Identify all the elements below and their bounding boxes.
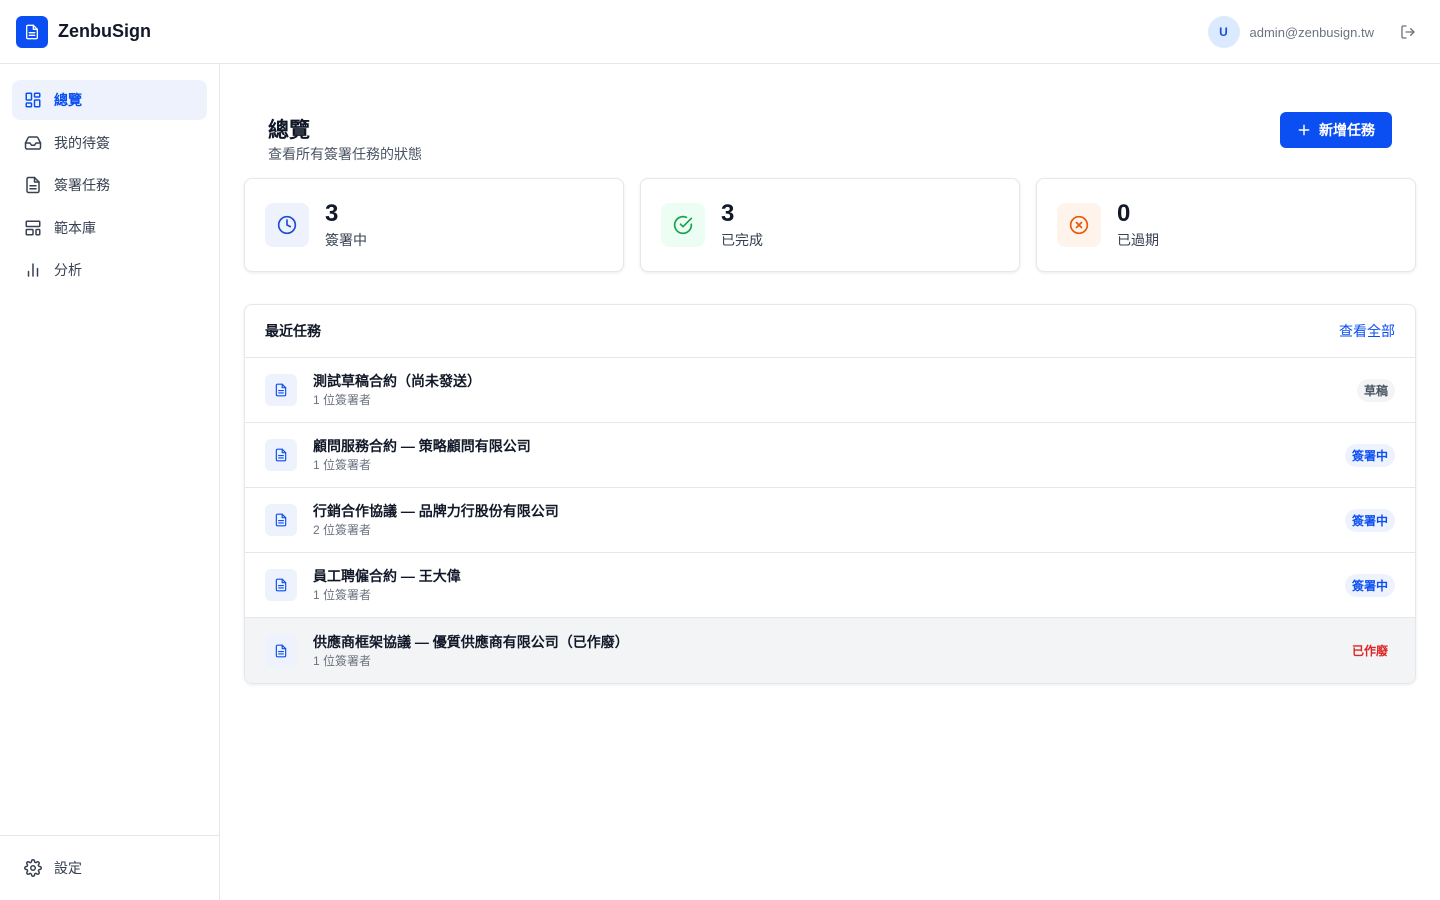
sidebar-item-label: 分析 [54,262,82,278]
task-row[interactable]: 顧問服務合約 — 策略顧問有限公司 1 位簽署者 簽署中 [245,423,1415,488]
task-row[interactable]: 測試草稿合約（尚未發送） 1 位簽署者 草稿 [245,358,1415,423]
sidebar-item-label: 簽署任務 [54,177,110,193]
top-bar: ZenbuSign U admin@zenbusign.tw [0,0,1440,64]
stat-label: 簽署中 [325,232,367,248]
task-signers: 1 位簽署者 [313,393,372,407]
document-icon [265,634,297,667]
stat-card-expired[interactable]: 0 已過期 [1036,178,1416,272]
view-all-link[interactable]: 查看全部 [1339,321,1395,341]
inbox-icon [24,134,42,152]
status-badge: 草稿 [1356,378,1395,402]
sidebar-item-analytics[interactable]: 分析 [12,250,207,290]
x-circle-icon [1057,203,1101,247]
dashboard-icon [24,91,42,109]
recent-tasks-header: 最近任務 查看全部 [245,305,1415,358]
sidebar-item-label: 總覽 [54,92,82,108]
file-text-icon [24,176,42,194]
sidebar-item-settings[interactable]: 設定 [12,848,207,888]
clock-icon [265,203,309,247]
brand[interactable]: ZenbuSign [16,15,151,48]
stat-label: 已過期 [1117,232,1159,248]
sidebar-item-label: 設定 [54,860,82,876]
sidebar-item-label: 我的待簽 [54,134,110,151]
stat-value: 3 [325,200,339,227]
main-content: 總覽 查看所有簽署任務的狀態 新增任務 3 簽署中 3 已完成 0 已過期 最近… [220,64,1440,900]
stat-value: 0 [1117,200,1131,227]
status-badge: 簽署中 [1344,443,1395,467]
stat-value: 3 [721,200,735,227]
bar-chart-icon [24,261,42,279]
plus-icon [1298,124,1310,136]
recent-tasks-card: 最近任務 查看全部 測試草稿合約（尚未發送） 1 位簽署者 草稿 顧問服務合約 … [244,304,1416,684]
task-name: 供應商框架協議 — 優質供應商有限公司（已作廢） [313,633,629,650]
sidebar-footer: 設定 [0,835,219,900]
task-row[interactable]: 行銷合作協議 — 品牌力行股份有限公司 2 位簽署者 簽署中 [245,488,1415,553]
status-badge: 簽署中 [1344,508,1395,532]
sidebar-item-tasks[interactable]: 簽署任務 [12,165,207,205]
new-task-label: 新增任務 [1319,122,1375,138]
document-icon [265,569,297,601]
stats-row: 3 簽署中 3 已完成 0 已過期 [244,178,1416,272]
status-badge: 簽署中 [1344,573,1395,597]
stat-card-signing[interactable]: 3 簽署中 [244,178,624,272]
task-signers: 1 位簽署者 [313,653,372,668]
recent-tasks-title: 最近任務 [265,323,321,339]
page-subtitle: 查看所有簽署任務的狀態 [268,146,422,162]
sidebar-item-templates[interactable]: 範本庫 [12,208,207,248]
page-title: 總覽 [268,119,310,142]
task-signers: 1 位簽署者 [313,458,372,472]
app-name: ZenbuSign [58,21,151,41]
status-badge: 已作廢 [1351,644,1388,658]
gear-icon [24,859,42,877]
layout-template-icon [24,219,42,237]
logout-icon[interactable] [1398,22,1418,42]
user-email: admin@zenbusign.tw [1249,24,1374,40]
sidebar-item-overview[interactable]: 總覽 [12,80,207,120]
stat-card-completed[interactable]: 3 已完成 [640,178,1020,272]
sidebar: 總覽 我的待簽 簽署任務 範本庫 分析 設定 [0,64,220,900]
new-task-button[interactable]: 新增任務 [1280,112,1392,148]
task-row[interactable]: 員工聘僱合約 — 王大偉 1 位簽署者 簽署中 [245,553,1415,618]
document-icon [265,504,297,536]
task-name: 行銷合作協議 — 品牌力行股份有限公司 [313,503,559,519]
sidebar-nav: 總覽 我的待簽 簽署任務 範本庫 分析 [0,64,219,290]
sidebar-item-label: 範本庫 [54,219,96,236]
stat-label: 已完成 [721,232,763,248]
task-signers: 1 位簽署者 [313,588,372,602]
task-name: 測試草稿合約（尚未發送） [313,373,481,389]
check-circle-icon [661,203,705,247]
task-signers: 2 位簽署者 [313,523,372,537]
document-icon [265,439,297,471]
task-row[interactable]: 供應商框架協議 — 優質供應商有限公司（已作廢） 1 位簽署者 已作廢 [245,618,1415,683]
document-icon [265,374,297,406]
document-icon [16,15,48,48]
task-name: 員工聘僱合約 — 王大偉 [313,568,461,584]
sidebar-item-inbox[interactable]: 我的待簽 [12,123,207,163]
user-area: U admin@zenbusign.tw [1207,16,1418,48]
task-name: 顧問服務合約 — 策略顧問有限公司 [313,438,531,454]
avatar[interactable]: U [1207,16,1240,48]
